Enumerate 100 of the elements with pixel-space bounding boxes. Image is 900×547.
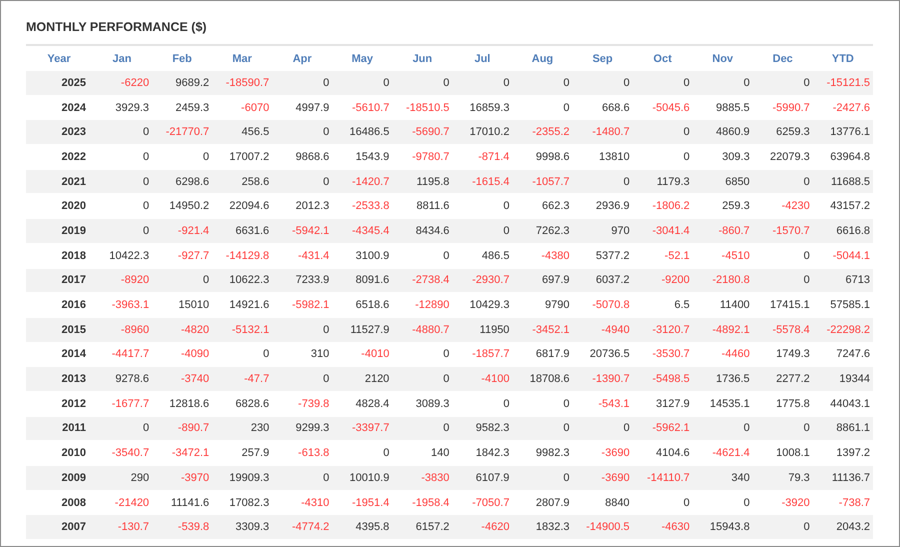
table-cell: -1057.7 [512, 169, 572, 194]
table-cell-text: 1008.1 [775, 446, 811, 462]
table-cell: 0 [632, 490, 693, 515]
table-cell: 0 [512, 416, 572, 441]
table-cell: -21770.7 [152, 120, 212, 145]
table-cell: -21420 [92, 490, 152, 515]
table-cell: -3690 [572, 466, 633, 490]
table-cell: -9200 [632, 268, 693, 293]
table-cell: 340 [692, 466, 753, 490]
column-header: Oct [632, 45, 693, 71]
table-cell-text: 10429.3 [468, 298, 510, 314]
table-cell: -2355.2 [512, 120, 572, 145]
table-cell: 0 [392, 416, 452, 441]
table-cell-text: 2936.9 [594, 199, 631, 214]
table-cell: -4345.4 [332, 218, 392, 244]
table-cell-text: 9982.3 [534, 446, 570, 462]
table-cell-text: -52.1 [664, 248, 691, 264]
table-cell: 0 [692, 490, 753, 515]
table-cell: -4460 [692, 342, 753, 367]
column-header: Jan [92, 45, 152, 71]
table-cell: 0 [512, 466, 572, 490]
table-cell: 3309.3 [212, 514, 272, 540]
table-cell-text: 2012.3 [294, 199, 330, 214]
table-cell: 9885.5 [692, 95, 753, 120]
table-cell: 0 [752, 416, 813, 441]
table-cell: 2807.9 [512, 490, 572, 515]
table-cell: 10622.3 [212, 268, 272, 293]
table-cell-text: 0 [202, 150, 210, 165]
table-cell: 7233.9 [272, 268, 332, 293]
table-cell-text: -4510 [720, 248, 751, 264]
table-cell: 290 [92, 466, 152, 490]
table-cell: 9582.3 [452, 416, 512, 441]
table-cell: 6259.3 [752, 120, 813, 145]
table-cell: 0 [512, 95, 572, 120]
table-cell: -5498.5 [632, 366, 693, 392]
column-header: Apr [272, 45, 332, 71]
table-cell: 15943.8 [692, 514, 753, 540]
table-cell: 6631.6 [212, 218, 272, 244]
table-cell: 0 [752, 514, 813, 540]
table-cell: 79.3 [752, 466, 813, 490]
table-cell: -2180.8 [692, 268, 753, 293]
table-cell: 0 [92, 120, 152, 145]
table-cell: 7262.3 [512, 218, 572, 244]
table-cell: 8091.6 [332, 268, 392, 293]
table-cell: 2043.2 [812, 514, 873, 540]
table-cell: 0 [92, 416, 152, 441]
table-cell: -3830 [392, 466, 452, 490]
table-cell: 6817.9 [512, 342, 572, 367]
table-cell: 9299.3 [272, 416, 332, 441]
table-cell: 1179.3 [632, 169, 693, 194]
table-cell: 0 [632, 120, 693, 145]
table-cell-text: 0 [502, 396, 510, 412]
table-cell: 17082.3 [212, 490, 272, 515]
table-cell: 7247.6 [812, 342, 873, 367]
table-cell: 13776.1 [812, 120, 873, 145]
table-cell: 0 [692, 71, 753, 96]
year-cell-text: 2018 [60, 248, 87, 264]
table-cell-text: 1543.9 [354, 150, 390, 165]
table-cell-text: 1775.8 [775, 396, 811, 412]
table-cell-text: 4104.6 [654, 446, 691, 462]
table-cell: -4100 [452, 366, 512, 392]
table-cell: 456.5 [212, 120, 272, 145]
table-cell: 16859.3 [452, 95, 512, 120]
table-cell: -5132.1 [212, 317, 272, 342]
table-cell: 0 [332, 71, 392, 96]
table-cell: 6157.2 [392, 514, 452, 540]
column-header: Dec [752, 45, 813, 71]
table-cell: -3120.7 [632, 317, 693, 342]
table-cell: -1390.7 [572, 366, 633, 392]
table-cell: 230 [212, 416, 272, 441]
table-cell: -738.7 [812, 490, 873, 515]
table-cell: 0 [92, 218, 152, 244]
table-cell-text: 63964.8 [829, 150, 871, 165]
table-cell: 2277.2 [752, 366, 813, 392]
table-cell: 1195.8 [392, 169, 452, 194]
table-cell: 20736.5 [572, 342, 633, 367]
table-cell: 2459.3 [152, 95, 212, 120]
table-cell: 697.9 [512, 268, 572, 293]
table-cell-text: -3963.1 [110, 298, 150, 314]
table-cell: 4395.8 [332, 514, 392, 540]
table-cell-text: 3089.3 [414, 396, 450, 412]
table-cell: 0 [572, 71, 633, 96]
column-header: Aug [512, 45, 572, 71]
table-cell: 0 [272, 120, 332, 145]
year-cell: 2013 [26, 366, 92, 392]
column-header: Jul [452, 45, 512, 71]
table-cell-text: -4230 [780, 199, 811, 214]
table-cell-text: 17007.2 [228, 150, 270, 165]
table-cell: -5690.7 [392, 120, 452, 145]
table-cell: 0 [392, 366, 452, 392]
column-header: YTD [812, 45, 873, 71]
table-cell: 0 [692, 416, 753, 441]
table-cell: -22298.2 [812, 317, 873, 342]
table-cell: 0 [632, 71, 693, 96]
table-cell: -5578.4 [752, 317, 813, 342]
table-cell: -3452.1 [512, 317, 572, 342]
table-cell: 0 [752, 71, 813, 96]
table-cell: -3397.7 [332, 416, 392, 441]
table-cell: 8861.1 [812, 416, 873, 441]
table-cell-text: 140 [430, 446, 450, 462]
